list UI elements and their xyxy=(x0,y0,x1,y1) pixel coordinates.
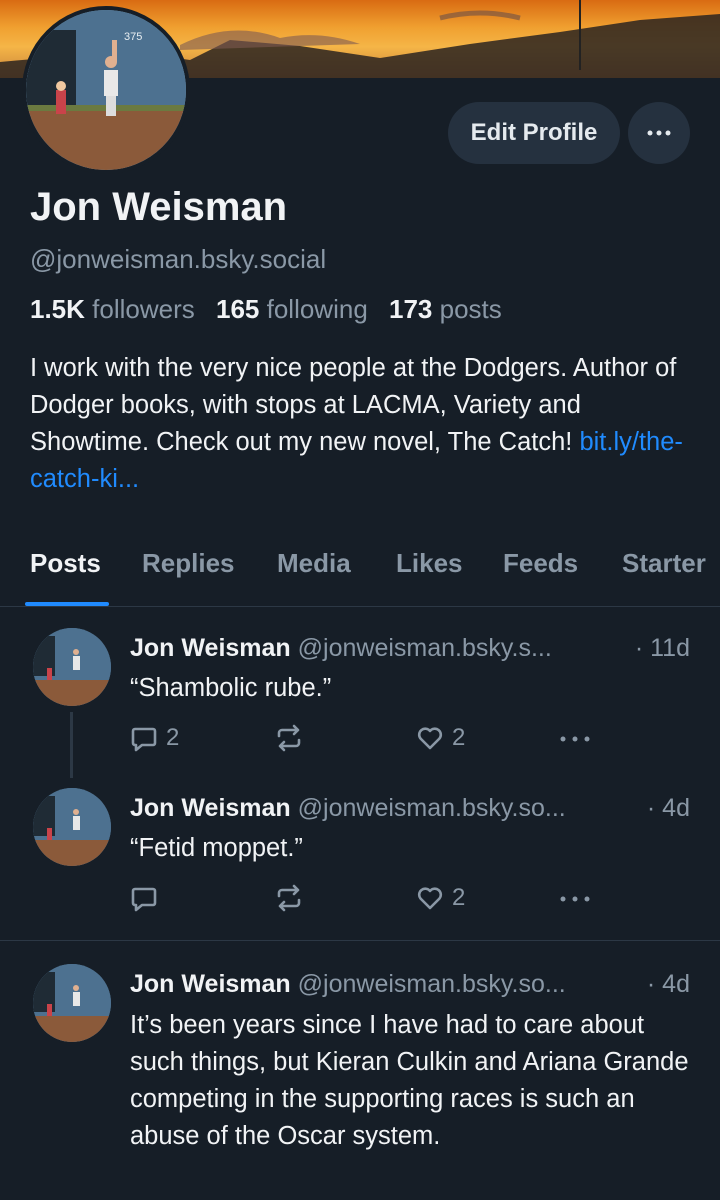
post-text: “Fetid moppet.” xyxy=(130,834,303,862)
post-more-button[interactable] xyxy=(560,896,590,902)
repost-button[interactable] xyxy=(274,724,304,752)
profile-display-name: Jon Weisman xyxy=(30,185,288,229)
profile-handle: @jonweisman.bsky.social xyxy=(30,244,327,274)
reply-icon xyxy=(131,727,157,752)
reply-button[interactable] xyxy=(130,884,166,912)
post-actions: 2 2 xyxy=(130,724,610,756)
more-options-button[interactable] xyxy=(628,102,690,164)
active-tab-indicator xyxy=(25,602,109,606)
reply-button[interactable]: 2 xyxy=(130,724,179,752)
profile-bio: I work with the very nice people at the … xyxy=(30,354,683,493)
heart-icon xyxy=(417,887,443,910)
like-button[interactable]: 2 xyxy=(416,724,465,752)
tab-likes[interactable]: Likes xyxy=(396,548,463,579)
profile-avatar[interactable]: 375 xyxy=(22,6,190,174)
post-text: It’s been years since I have had to care… xyxy=(130,1011,689,1150)
post-avatar[interactable] xyxy=(33,788,111,866)
post-more-button[interactable] xyxy=(560,736,590,742)
post-header[interactable]: Jon Weisman @jonweisman.bsky.so... xyxy=(130,970,566,999)
tab-media[interactable]: Media xyxy=(277,548,351,579)
tab-replies[interactable]: Replies xyxy=(142,548,235,579)
ellipsis-icon xyxy=(647,130,671,136)
post-avatar[interactable] xyxy=(33,964,111,1042)
following-link[interactable]: 165 following xyxy=(216,294,368,324)
repost-icon xyxy=(277,884,301,912)
wall-number-text: 375 xyxy=(124,31,142,43)
profile-stats: 1.5K followers 165 following 173 posts xyxy=(30,294,502,325)
post-header[interactable]: Jon Weisman @jonweisman.bsky.s... xyxy=(130,634,552,663)
repost-icon xyxy=(277,724,301,752)
post-divider xyxy=(0,940,720,941)
followers-link[interactable]: 1.5K followers xyxy=(30,294,195,324)
post-time[interactable]: · 4d xyxy=(647,970,690,999)
post-time[interactable]: · 11d xyxy=(635,634,690,663)
repost-button[interactable] xyxy=(274,884,304,912)
tab-posts[interactable]: Posts xyxy=(30,548,101,579)
reply-icon xyxy=(131,887,157,912)
posts-count: 173 posts xyxy=(389,294,502,324)
post-actions: 2 xyxy=(130,884,610,916)
thread-line xyxy=(70,712,73,778)
heart-icon xyxy=(417,727,443,750)
post-text: “Shambolic rube.” xyxy=(130,674,332,702)
like-button[interactable]: 2 xyxy=(416,884,465,912)
edit-profile-button[interactable]: Edit Profile xyxy=(448,102,620,164)
tab-starter[interactable]: Starter xyxy=(622,548,706,579)
post-avatar[interactable] xyxy=(33,628,111,706)
post-header[interactable]: Jon Weisman @jonweisman.bsky.so... xyxy=(130,794,566,823)
post-time[interactable]: · 4d xyxy=(647,794,690,823)
ellipsis-icon xyxy=(560,896,590,902)
ellipsis-icon xyxy=(560,736,590,742)
tab-feeds[interactable]: Feeds xyxy=(503,548,578,579)
profile-tabs: Posts Replies Media Likes Feeds Starter xyxy=(0,540,720,607)
